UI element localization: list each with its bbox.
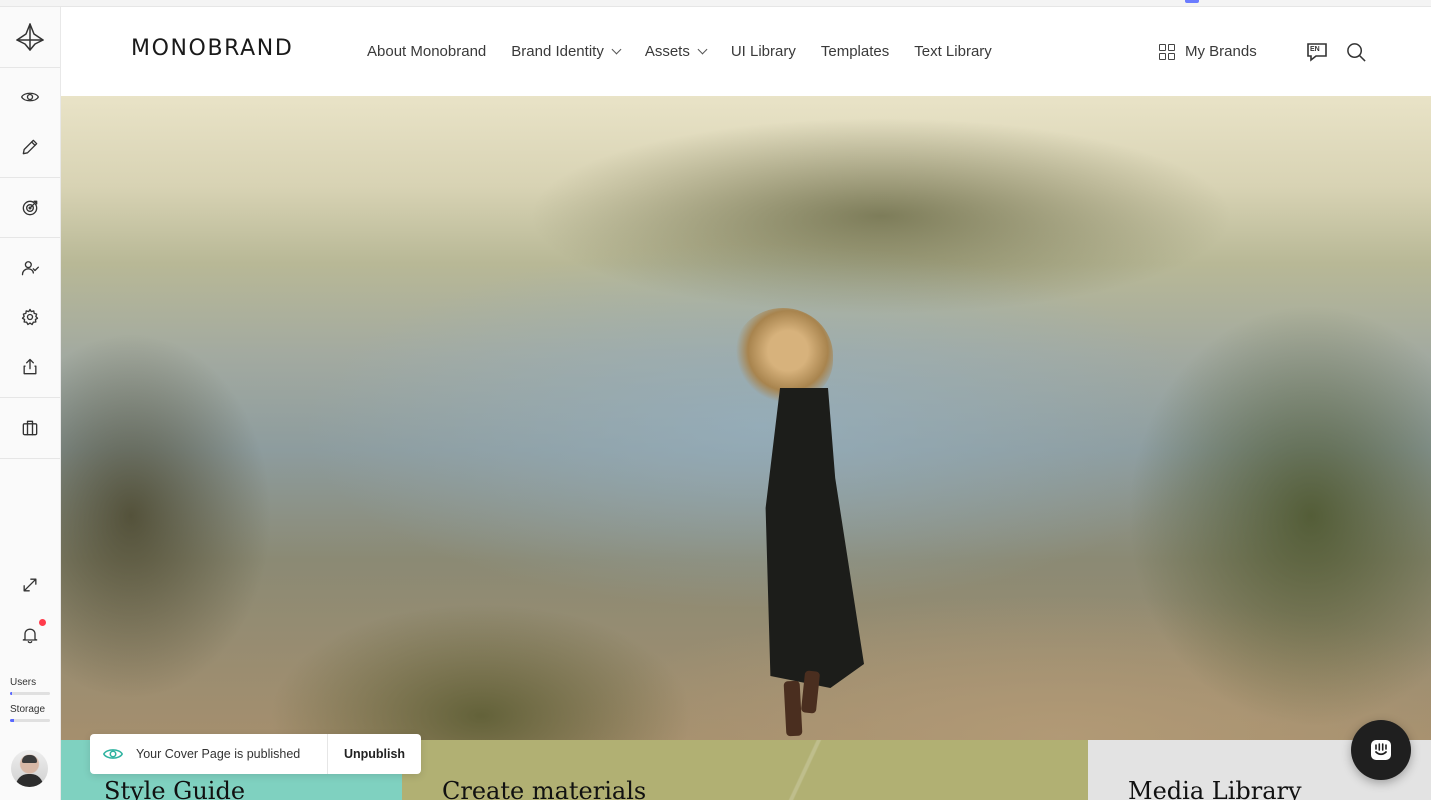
publish-toast-message: Your Cover Page is published [136,747,301,761]
notifications-button[interactable] [0,615,60,655]
eye-icon [21,92,39,102]
share-button[interactable] [0,347,60,387]
avatar[interactable] [11,750,48,787]
users-button[interactable] [0,248,60,288]
nav-about[interactable]: About Monobrand [367,43,486,60]
users-meter-label: Users [10,677,37,688]
app-logo-icon[interactable] [0,17,60,57]
cover-hero-image [61,96,1431,740]
notification-badge [39,619,46,626]
expand-button[interactable] [0,565,60,605]
target-icon [22,200,38,216]
active-tab-marker [1185,0,1199,3]
hero-figure-leg [800,670,821,714]
chat-icon [1371,740,1391,760]
nav-templates[interactable]: Templates [821,43,889,60]
expand-icon [23,578,37,592]
unpublish-button[interactable]: Unpublish [328,747,421,761]
users-meter: Users [10,677,52,695]
nav-assets-label: Assets [644,43,690,60]
storage-meter-label: Storage [10,704,46,715]
nav-about-label: About Monobrand [367,43,487,60]
card-create-materials[interactable]: Create materials [402,740,1088,800]
nav-assets[interactable]: Assets [644,43,708,60]
browser-top-strip [0,0,1431,7]
grid-icon [1159,43,1175,60]
users-meter-fill [10,692,12,695]
nav-templates-label: Templates [820,43,890,60]
language-button[interactable]: EN [1306,42,1328,62]
bell-icon [22,628,38,644]
nav-text-library-label: Text Library [914,43,992,60]
eye-icon [90,734,136,774]
hero-figure-leg [783,680,803,737]
my-brands-label: My Brands [1185,43,1257,60]
chevron-down-icon [611,44,622,55]
storage-meter: Storage [10,704,52,722]
site-header: MONOBRAND About Monobrand Brand Identity… [61,7,1431,96]
settings-button[interactable] [0,297,60,337]
edit-button[interactable] [0,127,60,167]
gear-icon [21,308,39,326]
card-style-guide-title: Style Guide [104,777,246,800]
brands-button[interactable] [0,408,60,448]
users-meter-track [10,692,50,695]
publish-toast: Your Cover Page is published Unpublish [90,734,421,774]
preview-button[interactable] [0,77,60,117]
chat-launcher-button[interactable] [1351,720,1411,780]
pencil-icon [22,139,38,155]
tool-rail: Users Storage [0,7,61,800]
share-icon [23,358,37,375]
nav-ui-library-label: UI Library [730,43,796,60]
hero-figure-dress [765,388,864,688]
main-nav: About Monobrand Brand Identity Assets UI… [367,43,1017,60]
search-button[interactable] [1346,42,1367,63]
nav-brand-identity-label: Brand Identity [511,43,604,60]
goals-button[interactable] [0,188,60,228]
briefcase-icon [22,420,38,436]
storage-meter-track [10,719,50,722]
language-label: EN [1310,46,1320,53]
brand-logo[interactable]: MONOBRAND [131,36,293,61]
storage-meter-fill [10,719,14,722]
my-brands-button[interactable]: My Brands [1159,43,1257,60]
card-media-library-title: Media Library [1128,777,1302,800]
nav-ui-library[interactable]: UI Library [731,43,796,60]
users-icon [21,261,39,276]
card-create-materials-title: Create materials [442,777,647,800]
chevron-down-icon [697,44,708,55]
nav-brand-identity[interactable]: Brand Identity [511,43,622,60]
nav-text-library[interactable]: Text Library [914,43,992,60]
search-icon [1347,43,1366,62]
